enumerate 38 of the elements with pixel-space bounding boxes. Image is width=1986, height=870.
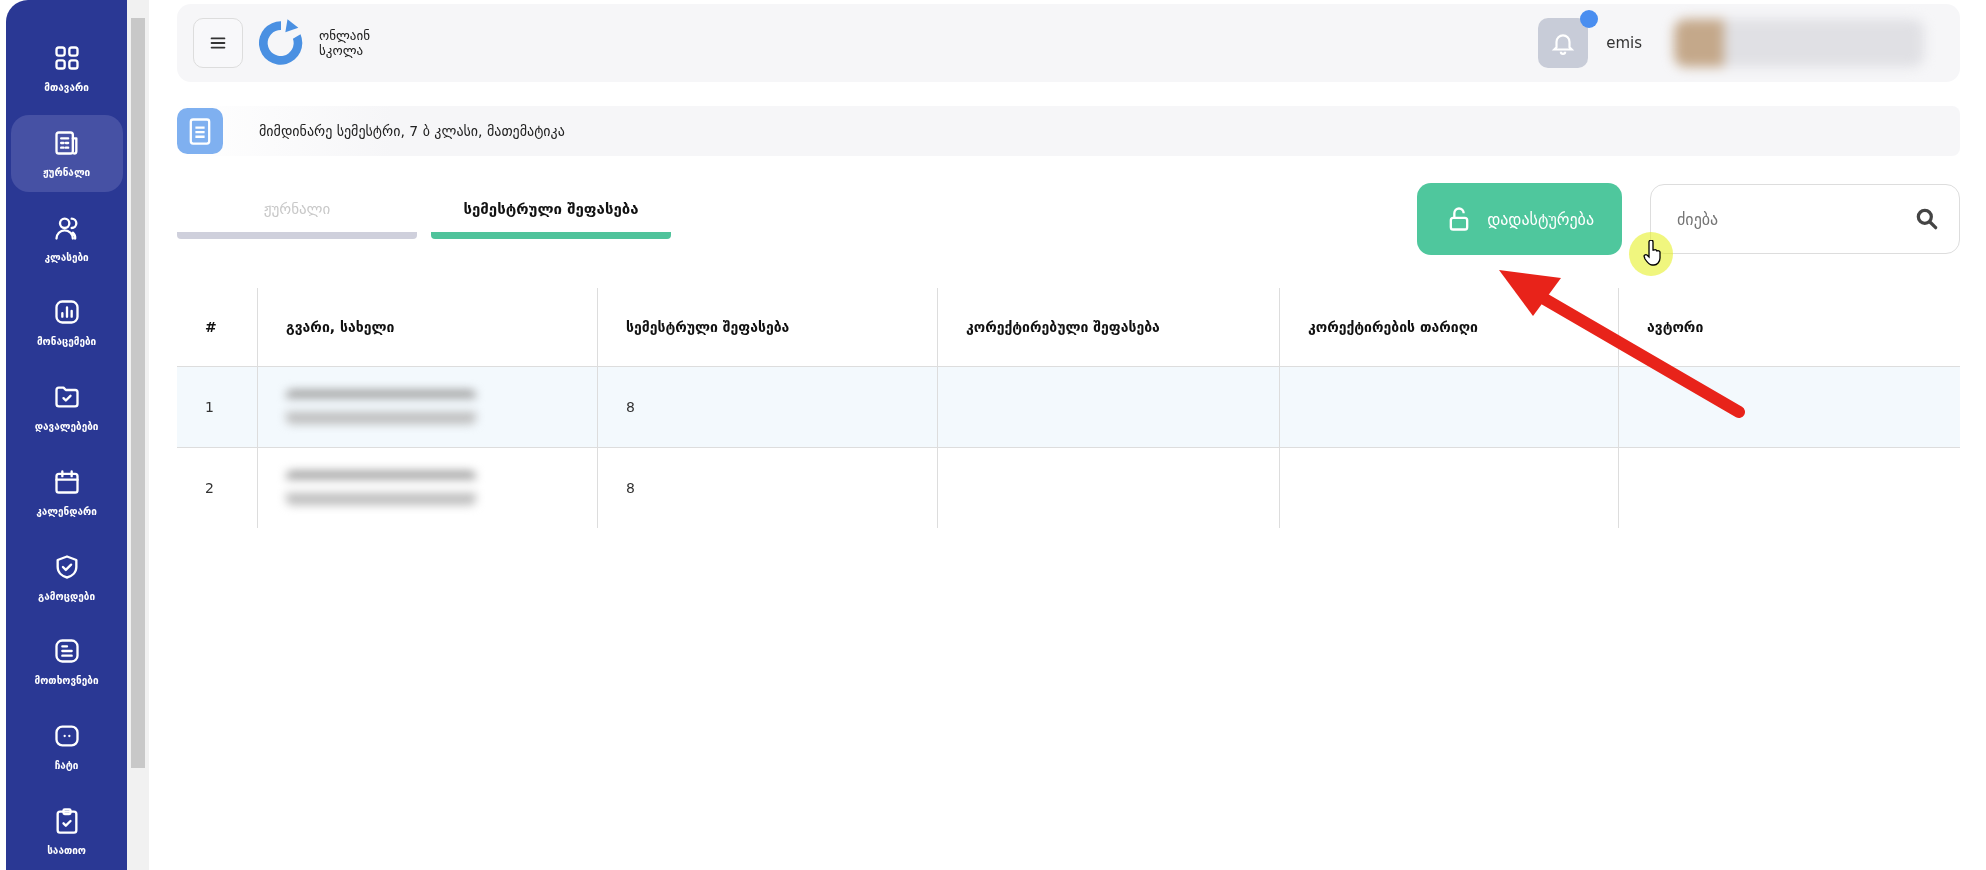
logo-text: სკოლა bbox=[319, 43, 364, 58]
sidebar-item[interactable]: გამოცდები bbox=[10, 538, 123, 616]
tab[interactable]: სემესტრული შეფასება bbox=[431, 199, 671, 239]
search-field[interactable]: ძიება bbox=[1650, 184, 1960, 254]
row-number: 2 bbox=[205, 480, 214, 496]
table-row[interactable]: 2 8 bbox=[177, 447, 1960, 528]
column-header: სემესტრული შეფასება bbox=[597, 288, 938, 367]
notification-button[interactable] bbox=[1538, 18, 1589, 68]
menu-button[interactable] bbox=[193, 18, 243, 68]
user-name: emis bbox=[1606, 34, 1642, 52]
sidebar-item[interactable]: მთავარი bbox=[10, 30, 123, 108]
sidebar-item[interactable]: საათიო bbox=[10, 792, 123, 870]
list-icon bbox=[52, 637, 81, 666]
table-cell: 8 bbox=[626, 399, 635, 415]
sidebar-item[interactable]: ჩატი bbox=[10, 707, 123, 786]
sidebar-item[interactable]: კლასები bbox=[10, 199, 123, 278]
sidebar-item[interactable]: ჟურნალი bbox=[10, 114, 123, 193]
journal-icon bbox=[52, 129, 81, 158]
column-header: ავტორი bbox=[1618, 288, 1960, 367]
grid-icon bbox=[52, 44, 81, 73]
column-header: კორექტირებული შეფასება bbox=[937, 288, 1280, 367]
search-icon[interactable] bbox=[1914, 206, 1940, 232]
clipboard-icon bbox=[177, 108, 223, 154]
row-number: 1 bbox=[205, 399, 214, 415]
column-header: გვარი, სახელი bbox=[257, 288, 598, 367]
scrollbar[interactable] bbox=[127, 0, 149, 870]
logo-text: ონლაინ bbox=[319, 28, 370, 43]
table-cell: 8 bbox=[626, 480, 635, 496]
column-header: # bbox=[177, 288, 258, 367]
breadcrumb-text: მიმდინარე სემესტრი, 7 ბ კლასი, მათემატიკა bbox=[259, 123, 565, 139]
table-row[interactable]: 1 8 bbox=[177, 366, 1960, 448]
hand-cursor-icon bbox=[1643, 240, 1663, 266]
sidebar-item[interactable]: მოთხოვნები bbox=[10, 622, 123, 701]
sidebar-item[interactable]: დავალებები bbox=[10, 368, 123, 447]
sidebar-item[interactable]: კალენდარი bbox=[10, 453, 123, 532]
sidebar-item[interactable]: მონაცემები bbox=[10, 284, 123, 362]
calendar-icon bbox=[52, 467, 81, 496]
chart-icon bbox=[52, 298, 81, 327]
